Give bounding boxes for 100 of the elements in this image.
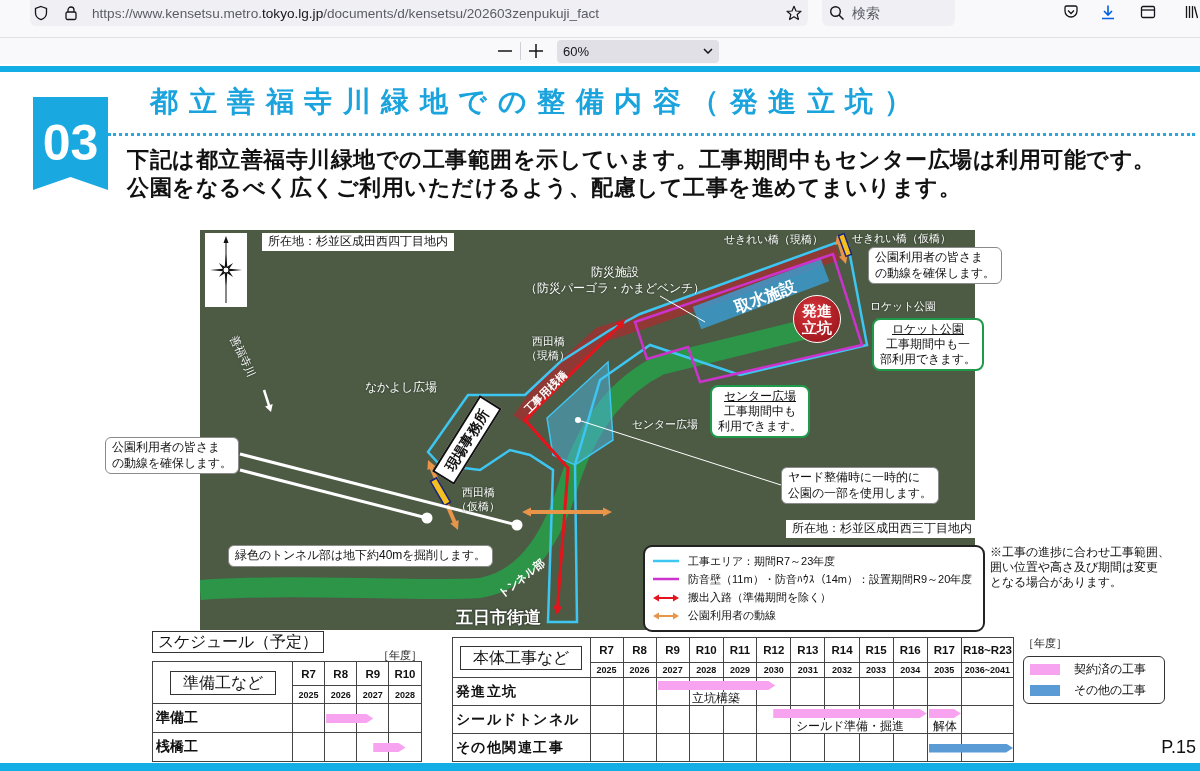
table-cell [961,678,1015,706]
search-field[interactable]: 検索 [822,0,955,26]
column-header: R8 [325,662,358,686]
table-cell [893,734,928,762]
map-label: 防災施設（防災パーゴラ・かまどベンチ） [525,265,705,297]
table-cell [689,734,724,762]
map-label: 西田橋（仮橋） [456,485,500,514]
column-header: R15 [859,638,894,663]
table-heading: 本体工事など [460,645,583,670]
books-icon[interactable] [1185,4,1199,20]
year-header: 2027 [357,686,390,704]
intro-text: 公園をなるべく広くご利用いただけるよう、配慮して工事を進めてまいります。 [127,174,961,202]
table-cell [927,678,962,706]
year-header: 2031 [791,663,826,678]
map-label: 善福寺川 [227,333,259,380]
table-cell [325,733,358,762]
section-title: 都立善福寺川緑地での整備内容（発進立坑） [150,85,922,119]
legend-label: 工事エリア：期間R7～23年度 [688,553,836,569]
window-icon[interactable] [1140,4,1156,20]
year-header: 2027 [656,663,690,678]
column-header: R11 [723,638,758,663]
column-header: R13 [791,638,826,663]
column-header: R18~R23 [961,638,1015,663]
callout: 公園利用者の皆さまの動線を確保します。 [868,247,1002,285]
column-header: R17 [927,638,962,663]
row-label: シールドトンネル [452,706,591,734]
year-header: 2035 [927,663,962,678]
row-label: その他関連工事 [452,734,591,762]
year-header: 2026 [325,686,358,704]
year-header: 2034 [893,663,928,678]
table-cell [825,678,860,706]
year-header: 2033 [859,663,894,678]
map-label: せきれい橋（現橋） [724,232,823,247]
lock-icon[interactable] [63,5,79,21]
legend-label: 防音壁（11m）・防音ﾊｳｽ（14m）：設置期間R9～20年度 [688,571,973,587]
year-header: 2030 [757,663,792,678]
bar-label: 立坑構築 [690,692,743,705]
callout: 公園利用者の皆さまの動線を確保します。 [105,437,239,475]
map-label: せきれい橋（仮橋） [852,231,951,246]
column-header: R16 [893,638,928,663]
table-cell [689,706,724,734]
table-cell [825,734,860,762]
year-header: 2025 [293,686,326,704]
table-cell [623,678,657,706]
address-label: 所在地：杉並区成田西三丁目地内 [786,520,978,538]
notice-callout: ロケット公園 工事期間中も一部利用できます。 [872,318,984,371]
table-cell [590,734,624,762]
table-heading: 準備工など [169,670,276,695]
column-header: R9 [656,638,690,663]
table-cell [623,706,657,734]
legend-label: 契約済の工事 [1074,661,1147,678]
table-cell [590,678,624,706]
table-cell [293,733,326,762]
table-cell [590,706,624,734]
column-header: R7 [293,662,326,686]
leader-line [659,295,706,323]
column-header: R10 [689,638,724,663]
column-header: R8 [623,638,657,663]
row-label: 桟橋工 [153,733,293,762]
compass-icon [205,233,247,307]
table-cell [656,706,690,734]
legend-label: 搬出入路（準備期間を除く） [688,590,831,606]
address-bar[interactable]: https://www.kensetsu.metro.tokyo.lg.jp/documents/d/kensetsu/202603zenpukuji_fact [30,0,808,26]
row-label: 準備工 [153,704,293,733]
year-header: 2032 [825,663,860,678]
bridge-marker [837,232,853,258]
table-cell [961,706,1015,734]
minus-icon [498,50,512,52]
map-label: なかよし広場 [365,380,437,396]
year-header: 2025 [590,663,624,678]
map-label: センター広場 [632,417,698,432]
unit-label: ［年度］ [377,649,422,661]
unit-label: ［年度］ [1023,637,1068,649]
page-number: P.15 [1161,737,1196,758]
column-header: R10 [389,662,422,686]
note-text: ※工事の進捗に合わせ工事範囲、囲い位置や高さ及び期間は変更となる場合があります。 [990,545,1170,590]
caret-icon [703,48,713,54]
table-cell [723,706,758,734]
year-header: 2036~2041 [961,663,1015,678]
download-icon[interactable] [1100,4,1116,20]
year-header: 2028 [389,686,422,704]
year-header: 2026 [623,663,657,678]
table-cell [791,734,826,762]
plus-icon [529,44,543,58]
shield-icon[interactable] [33,5,49,21]
map-label: ロケット公園 [870,299,936,314]
bridge-marker [429,476,452,507]
url-text[interactable]: https://www.kensetsu.metro.tokyo.lg.jp/documents/d/kensetsu/202603zenpukuji_fact [92,5,600,21]
table-cell [859,678,894,706]
map-label: 工事用桟橋 [520,367,570,418]
map-label: トンネル部 [494,555,548,602]
table-cell [623,734,657,762]
callout: ヤード整備時に一時的に公園の一部を使用します。 [781,467,939,505]
schedule-title: スケジュール（予定） [152,631,324,653]
chevron-pouch-icon[interactable] [1063,4,1079,20]
bookmark-star-icon[interactable] [786,5,802,21]
zoom-select[interactable]: 60% [557,39,719,63]
search-icon [829,5,845,21]
flow-direction-arrow [262,389,273,412]
bar-label: シールド準備・掘進 [794,720,906,733]
